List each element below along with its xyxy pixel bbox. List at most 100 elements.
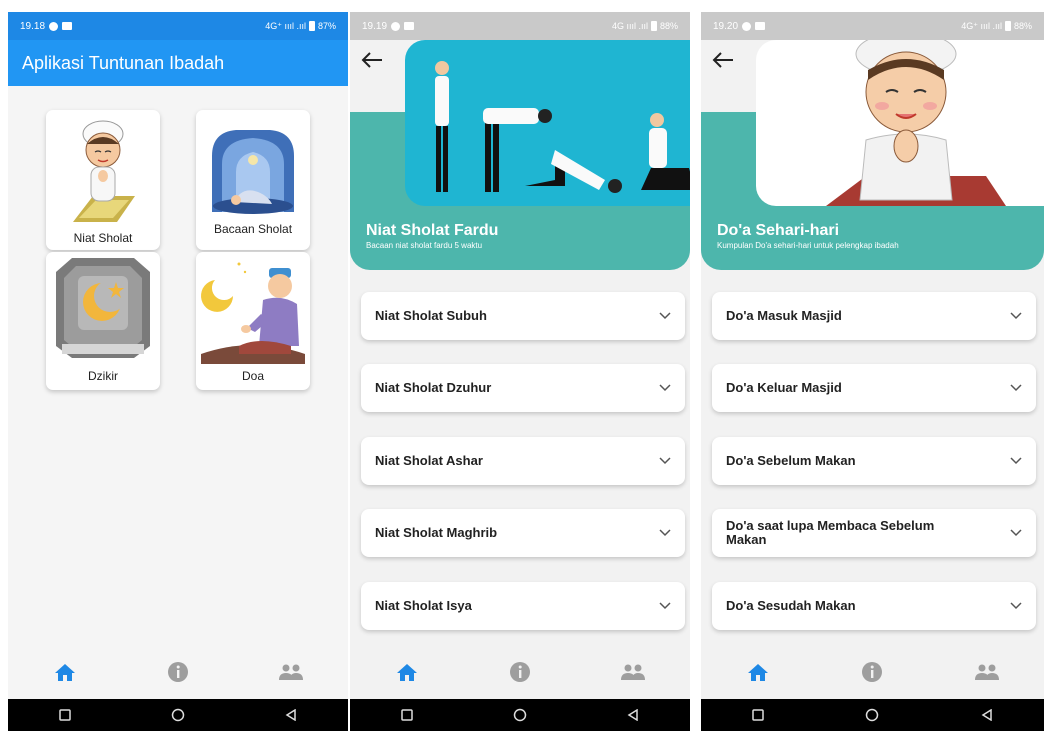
home-icon [54,664,75,681]
recents-button[interactable] [53,705,77,725]
circle-icon [866,708,879,722]
status-battery: 87% [317,21,336,31]
alarm-icon [742,21,752,31]
message-icon [404,22,415,30]
status-time: 19.20 [713,20,739,32]
status-bar: 19.19 4G ıııl .ııl 88% [350,12,690,40]
card-bacaan-sholat[interactable]: Bacaan Sholat [196,110,310,250]
message-icon [62,22,73,30]
list-item[interactable]: Niat Sholat Maghrib [361,509,685,557]
home-icon [748,664,769,681]
card-label: Bacaan Sholat [213,222,293,236]
card-label: Niat Sholat [73,231,133,245]
menu-grid: Niat Sholat Bacaan Sholat Dzikir Doa [46,110,310,400]
nav-info[interactable] [852,652,892,692]
list-item[interactable]: Do'a Masuk Masjid [712,292,1036,340]
nav-home[interactable] [387,652,427,692]
home-screen: 19.18 4G⁺ ıııl .ııl 87% Aplikasi Tuntunan… [8,12,348,731]
info-icon [862,662,883,682]
status-bar: 19.20 4G⁺ ıııl .ııl 88% [701,12,1044,40]
back-system-button[interactable] [621,705,645,725]
square-icon [58,709,71,721]
praying-boy-icon [73,120,135,222]
back-system-button[interactable] [279,705,303,725]
status-battery: 88% [1013,21,1032,31]
status-signal: 4G⁺ ıııl .ııl [961,20,1002,31]
square-icon [400,709,413,721]
info-icon [509,662,530,682]
list-item[interactable]: Do'a Keluar Masjid [712,364,1036,412]
hero-title: Niat Sholat Fardu [366,222,499,239]
list-item[interactable]: Niat Sholat Ashar [361,437,685,485]
status-signal: 4G ıııl .ııl [611,21,648,31]
chevron-down-icon [1010,457,1022,465]
nav-people[interactable] [613,652,653,692]
hero-image [756,40,1044,206]
status-time: 19.19 [362,20,388,32]
mosque-prostration-icon [212,130,294,214]
message-icon [755,22,766,30]
people-icon [974,664,999,680]
back-arrow-icon[interactable] [360,50,384,70]
hero-title: Do'a Sehari-hari [717,222,840,239]
crescent-star-icon [56,258,150,358]
list-item[interactable]: Niat Sholat Isya [361,582,685,630]
doa-screen: 19.20 4G⁺ ıııl .ııl 88% Do'a Sehari-hari … [701,12,1044,731]
list-item[interactable]: Niat Sholat Subuh [361,292,685,340]
praying-boy-illustration [756,40,1044,206]
list-item[interactable]: Do'a saat lupa Membaca Sebelum Makan [712,509,1036,557]
card-niat-sholat[interactable]: Niat Sholat [46,110,160,250]
recents-button[interactable] [395,705,419,725]
status-signal: 4G⁺ ıııl .ııl [265,20,306,31]
triangle-back-icon [285,709,297,721]
chevron-down-icon [659,602,671,610]
card-label: Doa [241,369,264,383]
list-item[interactable]: Do'a Sebelum Makan [712,437,1036,485]
chevron-down-icon [1010,529,1022,537]
home-system-button[interactable] [508,705,532,725]
chevron-down-icon [1010,312,1022,320]
status-battery: 88% [659,21,678,31]
list-item[interactable]: Niat Sholat Dzuhur [361,364,685,412]
home-system-button[interactable] [860,705,884,725]
bottom-nav [350,645,690,699]
info-icon [167,662,188,682]
app-bar: Aplikasi Tuntunan Ibadah [8,40,348,86]
chevron-down-icon [659,312,671,320]
bottom-nav [8,645,348,699]
circle-icon [513,708,527,722]
battery-icon [308,21,315,31]
nav-home[interactable] [738,652,778,692]
alarm-icon [49,21,59,31]
nav-info[interactable] [158,652,198,692]
alarm-icon [391,21,401,31]
people-icon [279,664,304,680]
sholat-positions-illustration [405,40,690,206]
nav-info[interactable] [500,652,540,692]
status-time: 19.18 [20,20,46,32]
square-icon [752,709,764,721]
people-icon [621,664,646,680]
chevron-down-icon [659,384,671,392]
system-nav [701,699,1044,731]
chevron-down-icon [659,457,671,465]
system-nav [8,699,348,731]
nav-people[interactable] [271,652,311,692]
chevron-down-icon [659,529,671,537]
back-system-button[interactable] [975,705,999,725]
back-arrow-icon[interactable] [711,50,735,70]
triangle-back-icon [981,709,992,721]
nav-people[interactable] [967,652,1007,692]
card-doa[interactable]: Doa [196,252,310,390]
chevron-down-icon [1010,602,1022,610]
card-dzikir[interactable]: Dzikir [46,252,160,390]
battery-icon [1004,21,1011,31]
praying-man-icon [201,262,305,364]
nav-home[interactable] [45,652,85,692]
recents-button[interactable] [746,705,770,725]
bottom-nav [701,645,1044,699]
niat-sholat-screen: 19.19 4G ıııl .ııl 88% Niat Sholat Fardu … [350,12,690,731]
chevron-down-icon [1010,384,1022,392]
list-item[interactable]: Do'a Sesudah Makan [712,582,1036,630]
home-system-button[interactable] [166,705,190,725]
